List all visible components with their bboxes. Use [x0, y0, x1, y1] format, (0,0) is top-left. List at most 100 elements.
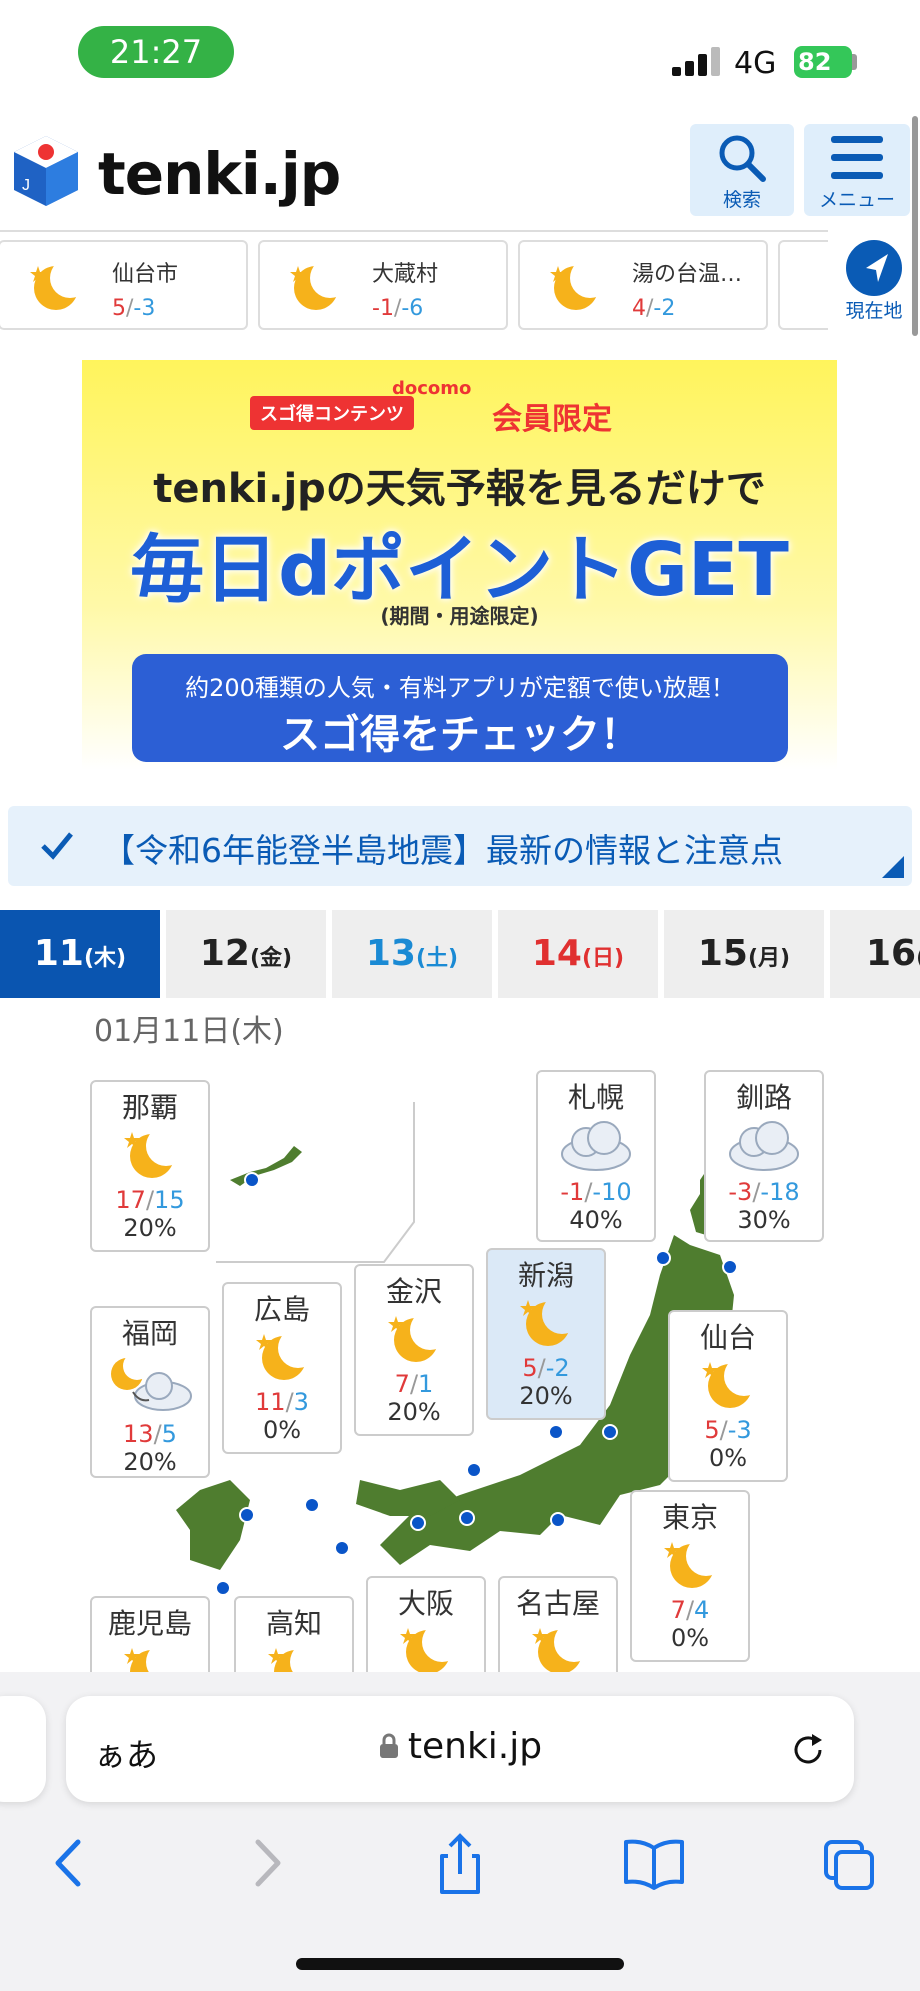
status-bar: 21:27 4G 82: [0, 0, 920, 110]
map-marker: [550, 1512, 566, 1528]
tabs-icon: [824, 1840, 874, 1890]
city-card-naha[interactable]: 那覇 17/15 20%: [90, 1080, 210, 1252]
map-marker: [655, 1250, 671, 1266]
tab-day[interactable]: 13(土): [332, 910, 492, 998]
banner-tag: スゴ得コンテンツ: [250, 396, 414, 430]
banner-button-sub: 約200種類の人気・有料アプリが定額で使い放題！: [185, 674, 735, 702]
city-pop: 0%: [262, 1416, 302, 1444]
forward-button[interactable]: [226, 1818, 306, 1908]
quick-city-card[interactable]: 仙台市 5/-3: [0, 240, 248, 330]
check-icon: [41, 832, 73, 860]
hamburger-icon: [831, 136, 883, 179]
moon-icon: [30, 258, 84, 310]
share-button[interactable]: [420, 1818, 500, 1908]
battery-nub: [852, 54, 857, 70]
tab-day[interactable]: 15(月): [664, 910, 824, 998]
cloud-icon: [729, 1121, 799, 1171]
city-name: 札幌: [567, 1081, 624, 1114]
city-temps: -3/-18: [728, 1178, 800, 1206]
tabs-button[interactable]: [808, 1818, 888, 1908]
tab-day[interactable]: 11(木): [0, 910, 160, 998]
moon-icon: [664, 1536, 726, 1588]
address-bar[interactable]: ぁあ tenki.jp: [66, 1696, 854, 1802]
quick-city-name: 湯の台温…: [632, 262, 743, 287]
logo-icon[interactable]: J: [10, 132, 82, 208]
menu-button[interactable]: メニュー: [804, 124, 910, 216]
moon-icon: [124, 1126, 186, 1178]
moon-cloud-icon: [111, 1352, 192, 1411]
city-card-fukuoka[interactable]: 福岡 13/5 20%: [90, 1306, 210, 1478]
city-temps: 11/3: [255, 1388, 309, 1416]
bookmarks-button[interactable]: [614, 1818, 694, 1908]
weather-map: 那覇 17/15 20% 札幌 -1/-10 40% 釧路 -3/-18 30%…: [0, 1040, 920, 1716]
cloud-icon: [561, 1121, 631, 1171]
map-marker: [548, 1424, 564, 1440]
quick-city-card[interactable]: 大蔵村 -1/-6: [258, 240, 508, 330]
city-card-tokyo[interactable]: 東京 7/4 0%: [630, 1490, 750, 1662]
moon-icon: [550, 258, 604, 310]
city-pop: 20%: [123, 1214, 177, 1242]
map-marker: [244, 1172, 260, 1188]
site-header: J tenki.jp 検索 メニュー: [0, 110, 920, 230]
city-temps: 7/1: [394, 1370, 434, 1398]
banner-button-main: スゴ得をチェック！: [280, 712, 640, 758]
banner-note: (期間・用途限定): [380, 604, 539, 628]
search-icon: [719, 135, 766, 182]
reload-icon[interactable]: [788, 1730, 828, 1770]
moon-icon: [290, 258, 344, 310]
quick-city-name: 大蔵村: [372, 262, 439, 287]
city-card-sendai[interactable]: 仙台 5/-3 0%: [668, 1310, 788, 1482]
banner-members-only: 会員限定: [492, 402, 612, 437]
tab-day[interactable]: 16(: [830, 910, 920, 998]
home-indicator[interactable]: [296, 1958, 624, 1970]
city-temps: -1/-10: [560, 1178, 632, 1206]
city-name: 高知: [265, 1607, 322, 1640]
scrollbar[interactable]: [912, 116, 918, 336]
tab-day[interactable]: 12(金): [166, 910, 326, 998]
menu-label: メニュー: [818, 189, 895, 211]
city-pop: 30%: [737, 1206, 791, 1234]
city-name: 鹿児島: [107, 1607, 192, 1640]
banner-check-button[interactable]: 約200種類の人気・有料アプリが定額で使い放題！ スゴ得をチェック！: [132, 654, 788, 762]
logo-text[interactable]: tenki.jp: [98, 140, 341, 208]
tab-day[interactable]: 14(日): [498, 910, 658, 998]
back-button[interactable]: [30, 1818, 110, 1908]
lock-icon: [379, 1733, 398, 1758]
moon-icon: [520, 1294, 582, 1346]
map-marker: [602, 1424, 618, 1440]
chevron-right-icon: [255, 1839, 281, 1887]
current-location-button[interactable]: 現在地: [828, 116, 920, 336]
current-location-label: 現在地: [845, 300, 903, 322]
city-card-hiroshima[interactable]: 広島 11/3 0%: [222, 1282, 342, 1454]
previous-tab-preview[interactable]: [0, 1696, 46, 1802]
city-card-sapporo[interactable]: 札幌 -1/-10 40%: [536, 1070, 656, 1242]
svg-text:J: J: [22, 177, 30, 194]
map-marker: [722, 1259, 738, 1275]
map-marker: [410, 1515, 426, 1531]
promo-banner[interactable]: docomo スゴ得コンテンツ 会員限定 tenki.jpの天気予報を見るだけで…: [82, 360, 837, 770]
moon-icon: [256, 1328, 318, 1380]
signal-icon: [672, 46, 720, 76]
earthquake-alert-link[interactable]: 【令和6年能登半島地震】最新の情報と注意点: [8, 806, 912, 886]
city-temps: 17/15: [115, 1186, 185, 1214]
browser-toolbar: ぁあ tenki.jp: [0, 1672, 920, 1991]
status-time: 21:27: [78, 26, 234, 78]
city-card-kanazawa[interactable]: 金沢 7/1 20%: [354, 1264, 474, 1436]
moon-icon: [388, 1310, 450, 1362]
quick-city-temps: 4/-2: [632, 296, 676, 321]
city-card-kushiro[interactable]: 釧路 -3/-18 30%: [704, 1070, 824, 1242]
quick-city-bar: 仙台市 5/-3 大蔵村 -1/-6 湯の台温… 4/-2: [0, 230, 920, 332]
search-button[interactable]: 検索: [690, 124, 794, 216]
quick-city-temps: -1/-6: [372, 296, 424, 321]
map-marker: [334, 1540, 350, 1556]
moon-icon: [702, 1356, 764, 1408]
city-name: 金沢: [385, 1275, 442, 1308]
map-marker: [215, 1580, 231, 1596]
city-temps: 7/4: [670, 1596, 710, 1624]
city-pop: 20%: [387, 1398, 441, 1426]
share-icon: [440, 1833, 480, 1894]
city-card-niigata[interactable]: 新潟 5/-2 20%: [486, 1248, 606, 1420]
quick-city-card[interactable]: 湯の台温… 4/-2: [518, 240, 768, 330]
quick-city-temps: 5/-3: [112, 296, 156, 321]
city-name: 広島: [253, 1293, 310, 1326]
